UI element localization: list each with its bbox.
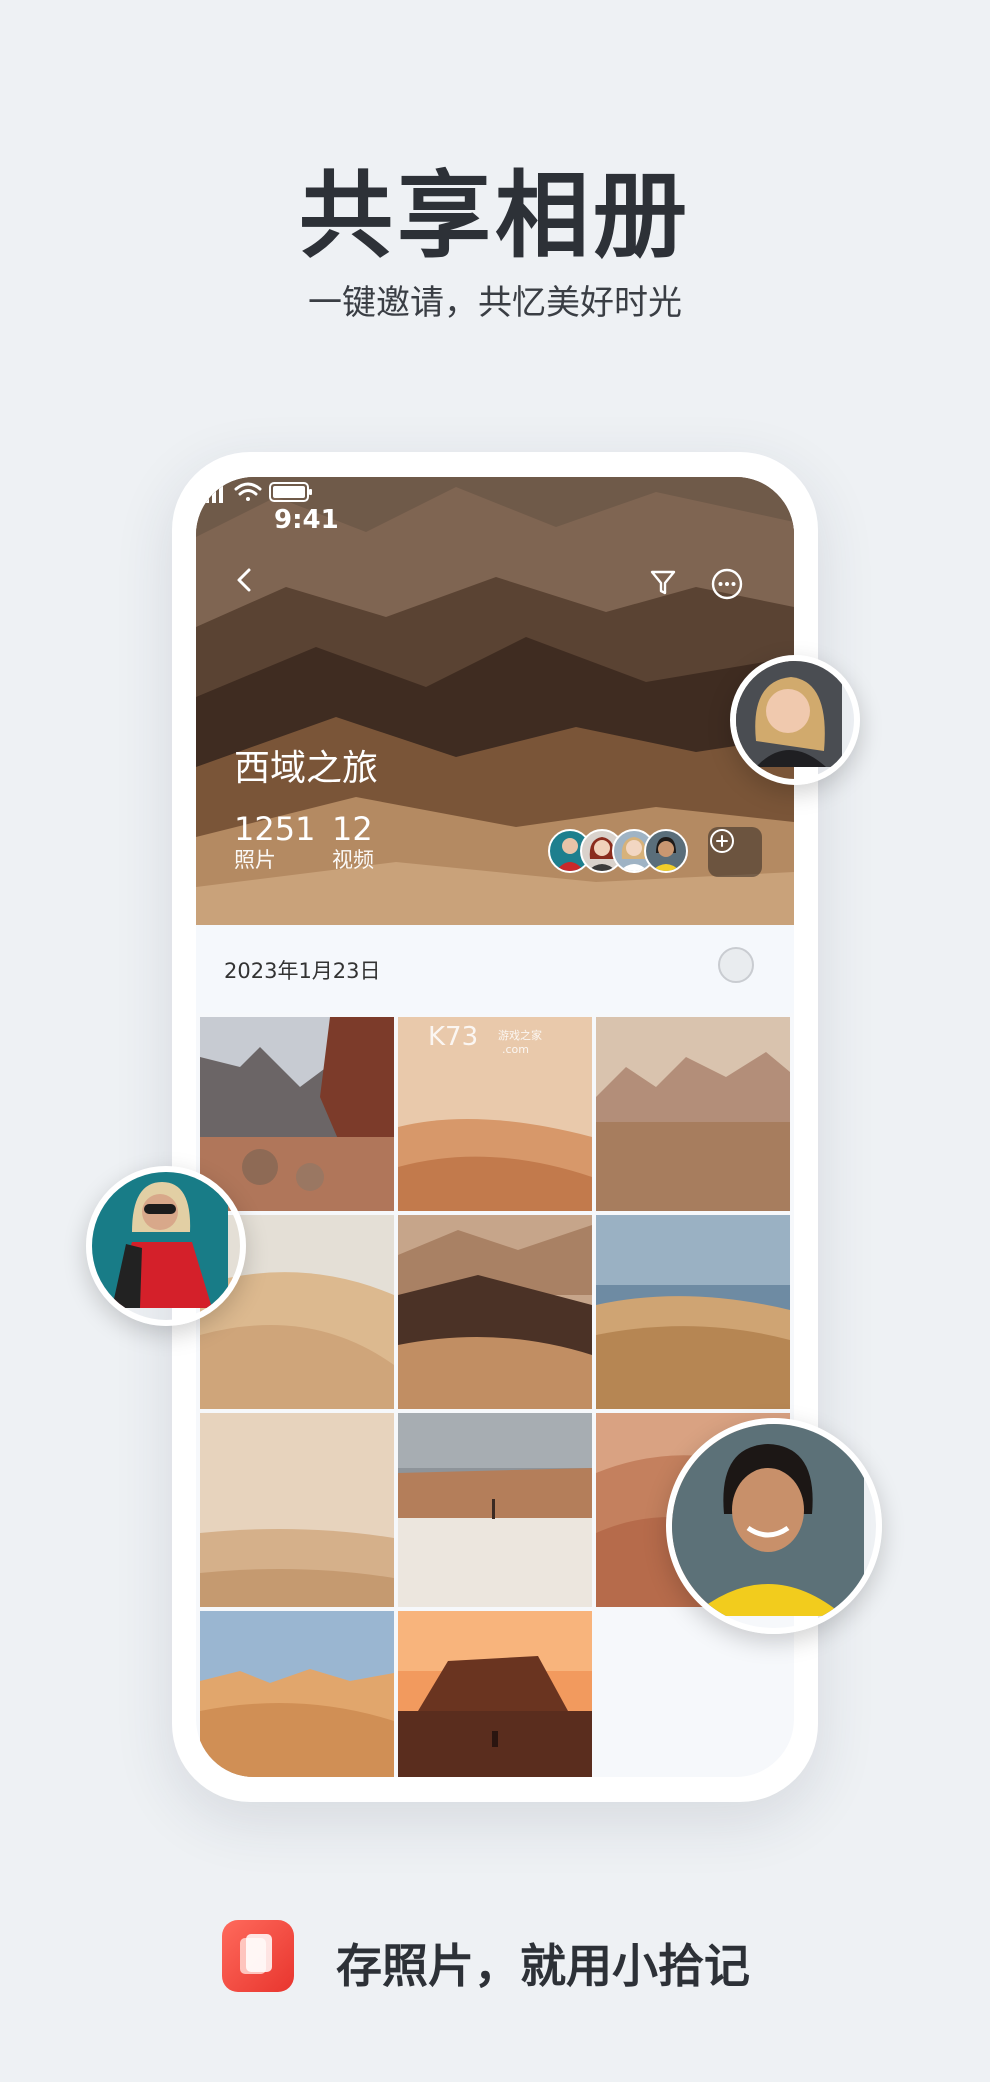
signal-icon xyxy=(198,483,223,503)
chevron-left-icon xyxy=(237,568,251,592)
plus-circle-icon xyxy=(710,829,734,853)
floating-avatar xyxy=(666,1418,882,1634)
photo-thumbnail[interactable]: K73 游戏之家 .com xyxy=(398,1017,592,1211)
footer-brand: 存照片，就用小拾记 xyxy=(222,1920,822,1993)
photo-thumbnail[interactable] xyxy=(596,1215,790,1409)
footer-tagline: 存照片，就用小拾记 xyxy=(336,1939,750,1993)
photo-thumbnail[interactable] xyxy=(200,1611,394,1777)
watermark-logo: K73 xyxy=(428,1022,478,1052)
date-section-header: 2023年1月23日 xyxy=(196,925,794,1013)
floating-avatar xyxy=(730,655,860,785)
videos-label: 视频 xyxy=(332,848,374,872)
status-icons xyxy=(198,482,312,503)
promo-headline: 共享相册 xyxy=(298,162,691,271)
app-logo-icon xyxy=(222,1920,294,1992)
album-title: 西域之旅 xyxy=(234,748,379,789)
filter-icon xyxy=(650,570,676,595)
videos-count: 12 xyxy=(332,810,373,848)
photos-count: 1251 xyxy=(234,810,316,848)
select-all-checkbox[interactable] xyxy=(718,947,754,983)
more-button[interactable] xyxy=(710,567,754,611)
back-button[interactable] xyxy=(232,567,276,611)
photos-stat: 1251 照片 xyxy=(234,811,315,873)
watermark-sub: 游戏之家 xyxy=(498,1028,542,1042)
photo-thumbnail[interactable] xyxy=(596,1017,790,1211)
filter-button[interactable] xyxy=(648,567,692,611)
photo-thumbnail[interactable] xyxy=(398,1413,592,1607)
status-time: 9:41 xyxy=(274,505,339,535)
videos-stat: 12 视频 xyxy=(332,811,374,873)
member-avatar[interactable] xyxy=(644,829,688,873)
watermark-domain: .com xyxy=(502,1043,529,1056)
photo-thumbnail[interactable] xyxy=(200,1017,394,1211)
wifi-icon xyxy=(234,482,262,501)
album-cover: 9:41 西域之旅 1251 照片 12 视频 xyxy=(196,477,794,925)
floating-avatar xyxy=(86,1166,246,1326)
photos-label: 照片 xyxy=(234,848,276,872)
section-date: 2023年1月23日 xyxy=(224,959,381,983)
photo-thumbnail[interactable] xyxy=(398,1611,592,1777)
more-icon xyxy=(711,568,743,600)
add-member-button[interactable] xyxy=(708,827,762,877)
photo-thumbnail[interactable] xyxy=(398,1215,592,1409)
promo-subline: 一键邀请，共忆美好时光 xyxy=(308,283,682,323)
photo-thumbnail[interactable] xyxy=(200,1413,394,1607)
battery-icon xyxy=(269,482,312,502)
